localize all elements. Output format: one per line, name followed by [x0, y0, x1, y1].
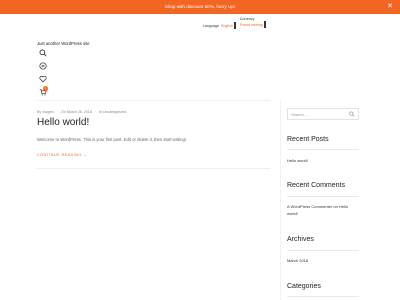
- post-date[interactable]: On March 26, 2018: [61, 110, 92, 114]
- meta-separator: ·: [94, 110, 96, 114]
- meta-separator: ·: [56, 110, 58, 114]
- compare-icon[interactable]: [39, 62, 47, 70]
- categories-title: Categories: [287, 283, 321, 290]
- recent-posts-title: Recent Posts: [287, 136, 329, 143]
- archive-link[interactable]: March 2018: [287, 258, 308, 264]
- post-category[interactable]: In Uncategorized: [99, 110, 126, 114]
- header-icon-column: 0: [39, 49, 49, 98]
- continue-reading-label[interactable]: CONTINUE READING: [37, 153, 82, 157]
- recent-post-link[interactable]: Hello world!: [287, 158, 308, 164]
- recent-comment-line-2[interactable]: world!: [287, 211, 298, 217]
- dropdown-handle-icon[interactable]: [263, 21, 266, 28]
- close-icon[interactable]: ✕: [387, 0, 393, 14]
- store-selectors: Language English Currency Pound sterling: [203, 17, 266, 29]
- sidebar-search: [287, 108, 359, 120]
- widget-divider: [287, 149, 359, 150]
- site-tagline: Just another WordPress site: [37, 41, 90, 46]
- search-icon[interactable]: [349, 111, 355, 117]
- language-value[interactable]: English: [221, 24, 233, 28]
- continue-reading-link[interactable]: CONTINUE READING →: [37, 153, 87, 157]
- arrow-right-icon: →: [83, 153, 88, 157]
- archives-title: Archives: [287, 236, 314, 243]
- sidebar-divider: [280, 100, 281, 300]
- recent-comments-title: Recent Comments: [287, 182, 345, 189]
- language-label: Language: [203, 23, 219, 28]
- widget-divider: [287, 250, 359, 251]
- announcement-text: Shop with discount 50%, hurry Up!: [164, 4, 236, 9]
- recent-comment-line-1[interactable]: A WordPress Commenter on Hello: [287, 204, 348, 210]
- announcement-bar: Shop with discount 50%, hurry Up! ✕: [0, 0, 400, 14]
- widget-divider: [287, 296, 359, 297]
- post-excerpt: Welcome to WordPress. This is your first…: [37, 137, 186, 142]
- widget-divider: [287, 196, 359, 197]
- currency-selector[interactable]: Currency Pound sterling: [240, 17, 266, 28]
- currency-value[interactable]: Pound sterling: [240, 23, 263, 27]
- cart-count-badge: 0: [43, 86, 48, 91]
- post-title[interactable]: Hello world!: [37, 117, 89, 128]
- content-divider: [37, 100, 270, 101]
- post-author[interactable]: By vkagen: [37, 110, 54, 114]
- wishlist-heart-icon[interactable]: [39, 75, 47, 83]
- post-meta: By vkagen · On March 26, 2018 · In Uncat…: [37, 110, 126, 114]
- post-divider: [37, 168, 270, 169]
- search-icon[interactable]: [39, 49, 47, 57]
- cart-button[interactable]: 0: [39, 86, 49, 98]
- language-selector[interactable]: Language English: [203, 22, 236, 29]
- search-input[interactable]: [291, 111, 350, 117]
- dropdown-handle-icon[interactable]: [233, 22, 236, 29]
